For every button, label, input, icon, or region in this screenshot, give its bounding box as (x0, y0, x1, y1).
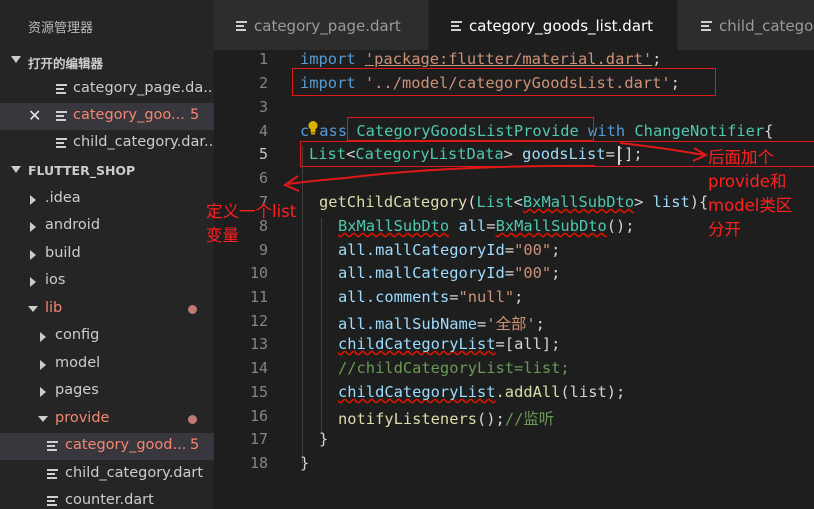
tree-file[interactable]: counter.dart (0, 488, 214, 509)
annotation-box-import (292, 68, 716, 96)
line-number: 13 (249, 335, 268, 353)
code-line-14: //childCategoryList=list; (338, 359, 570, 377)
tab-category-goods-list[interactable]: category_goods_list.dart (429, 0, 677, 50)
file-icon (451, 21, 462, 32)
code-line-7: getChildCategory(List<BxMallSubDto> list… (319, 193, 709, 211)
tree-folder-lib[interactable]: lib (0, 296, 214, 323)
editor-tab-bar: category_page.dart category_goods_list.d… (214, 0, 814, 50)
tree-folder[interactable]: model (0, 351, 214, 378)
line-number: 3 (258, 98, 268, 116)
collapse-icon (11, 166, 21, 173)
file-icon (701, 21, 712, 32)
tree-folder[interactable]: android (0, 213, 214, 240)
file-icon (56, 111, 67, 122)
line-number: 2 (258, 74, 268, 92)
code-line-15: childCategoryList.addAll(list); (338, 383, 626, 401)
chevron-right-icon (40, 360, 46, 370)
indent-guide (302, 146, 303, 464)
tree-folder[interactable]: ios (0, 268, 214, 295)
open-editor-item[interactable]: ✕ category_goo... 5 (0, 103, 214, 130)
tab-child-category[interactable]: child_categor (678, 0, 814, 50)
tree-file[interactable]: child_category.dart (0, 461, 214, 488)
line-number: 4 (258, 122, 268, 140)
code-line-11: all.comments="null"; (338, 288, 524, 306)
modified-dot (188, 415, 197, 424)
line-number: 5 (258, 145, 268, 163)
explorer-title: 资源管理器 (28, 21, 94, 36)
line-number: 12 (249, 312, 268, 330)
line-number: 18 (249, 454, 268, 472)
code-line-1: import 'package:flutter/material.dart'; (300, 50, 662, 68)
chevron-right-icon (30, 195, 36, 205)
annotation-box-class (347, 117, 594, 141)
line-number: 15 (249, 383, 268, 401)
chevron-right-icon (30, 250, 36, 260)
chevron-right-icon (40, 332, 46, 342)
tree-folder[interactable]: .idea (0, 186, 214, 213)
problems-badge: 5 (190, 107, 200, 123)
file-icon (47, 496, 58, 507)
annotation-note-left: 定义一个list 变量 (206, 202, 297, 245)
problems-badge: 5 (190, 437, 200, 453)
code-line-8: BxMallSubDto all=BxMallSubDto(); (338, 217, 635, 235)
line-number: 6 (258, 169, 268, 187)
file-icon (56, 138, 67, 149)
line-number: 17 (249, 430, 268, 448)
file-icon (47, 469, 58, 480)
indent-guide (321, 218, 322, 434)
tab-category-page[interactable]: category_page.dart (214, 0, 428, 50)
line-number: 10 (249, 264, 268, 282)
open-editor-item[interactable]: child_category.dar... (0, 130, 218, 157)
explorer-sidebar: 资源管理器 打开的编辑器 category_page.da... ✕ categ… (0, 0, 218, 509)
tree-file-selected[interactable]: category_good... 5 (0, 433, 214, 460)
annotation-note-right: 后面加个 provide和 model类区 分开 (708, 148, 793, 239)
code-line-18: } (300, 454, 310, 472)
line-number: 11 (249, 288, 268, 306)
file-icon (56, 84, 67, 95)
chevron-right-icon (40, 387, 46, 397)
code-line-17: } (319, 430, 329, 448)
code-line-16: notifyListeners();//监听 (338, 410, 555, 428)
chevron-right-icon (30, 277, 36, 287)
open-editors-header[interactable]: 打开的编辑器 (0, 47, 214, 75)
file-icon (236, 21, 247, 32)
open-editor-item[interactable]: category_page.da... (0, 76, 217, 103)
project-header[interactable]: FLUTTER_SHOP (0, 157, 214, 185)
code-line-13: childCategoryList=[all]; (338, 335, 561, 353)
line-number: 14 (249, 359, 268, 377)
code-line-9: all.mallCategoryId="00"; (338, 241, 561, 259)
line-number: 16 (249, 407, 268, 425)
close-icon[interactable]: ✕ (28, 106, 41, 125)
chevron-right-icon (30, 222, 36, 232)
tree-folder-provide[interactable]: provide (0, 406, 214, 433)
tree-folder[interactable]: build (0, 241, 214, 268)
line-number: 1 (258, 50, 268, 68)
modified-dot (188, 305, 197, 314)
collapse-icon (11, 56, 21, 63)
chevron-down-icon (28, 306, 38, 312)
tree-folder[interactable]: pages (0, 378, 214, 405)
file-icon (47, 441, 58, 452)
tree-folder[interactable]: config (0, 323, 214, 350)
lightbulb-icon[interactable] (307, 120, 319, 135)
code-line-12: all.mallSubName='全部'; (338, 315, 545, 333)
code-line-10: all.mallCategoryId="00"; (338, 264, 561, 282)
chevron-down-icon (38, 416, 48, 422)
